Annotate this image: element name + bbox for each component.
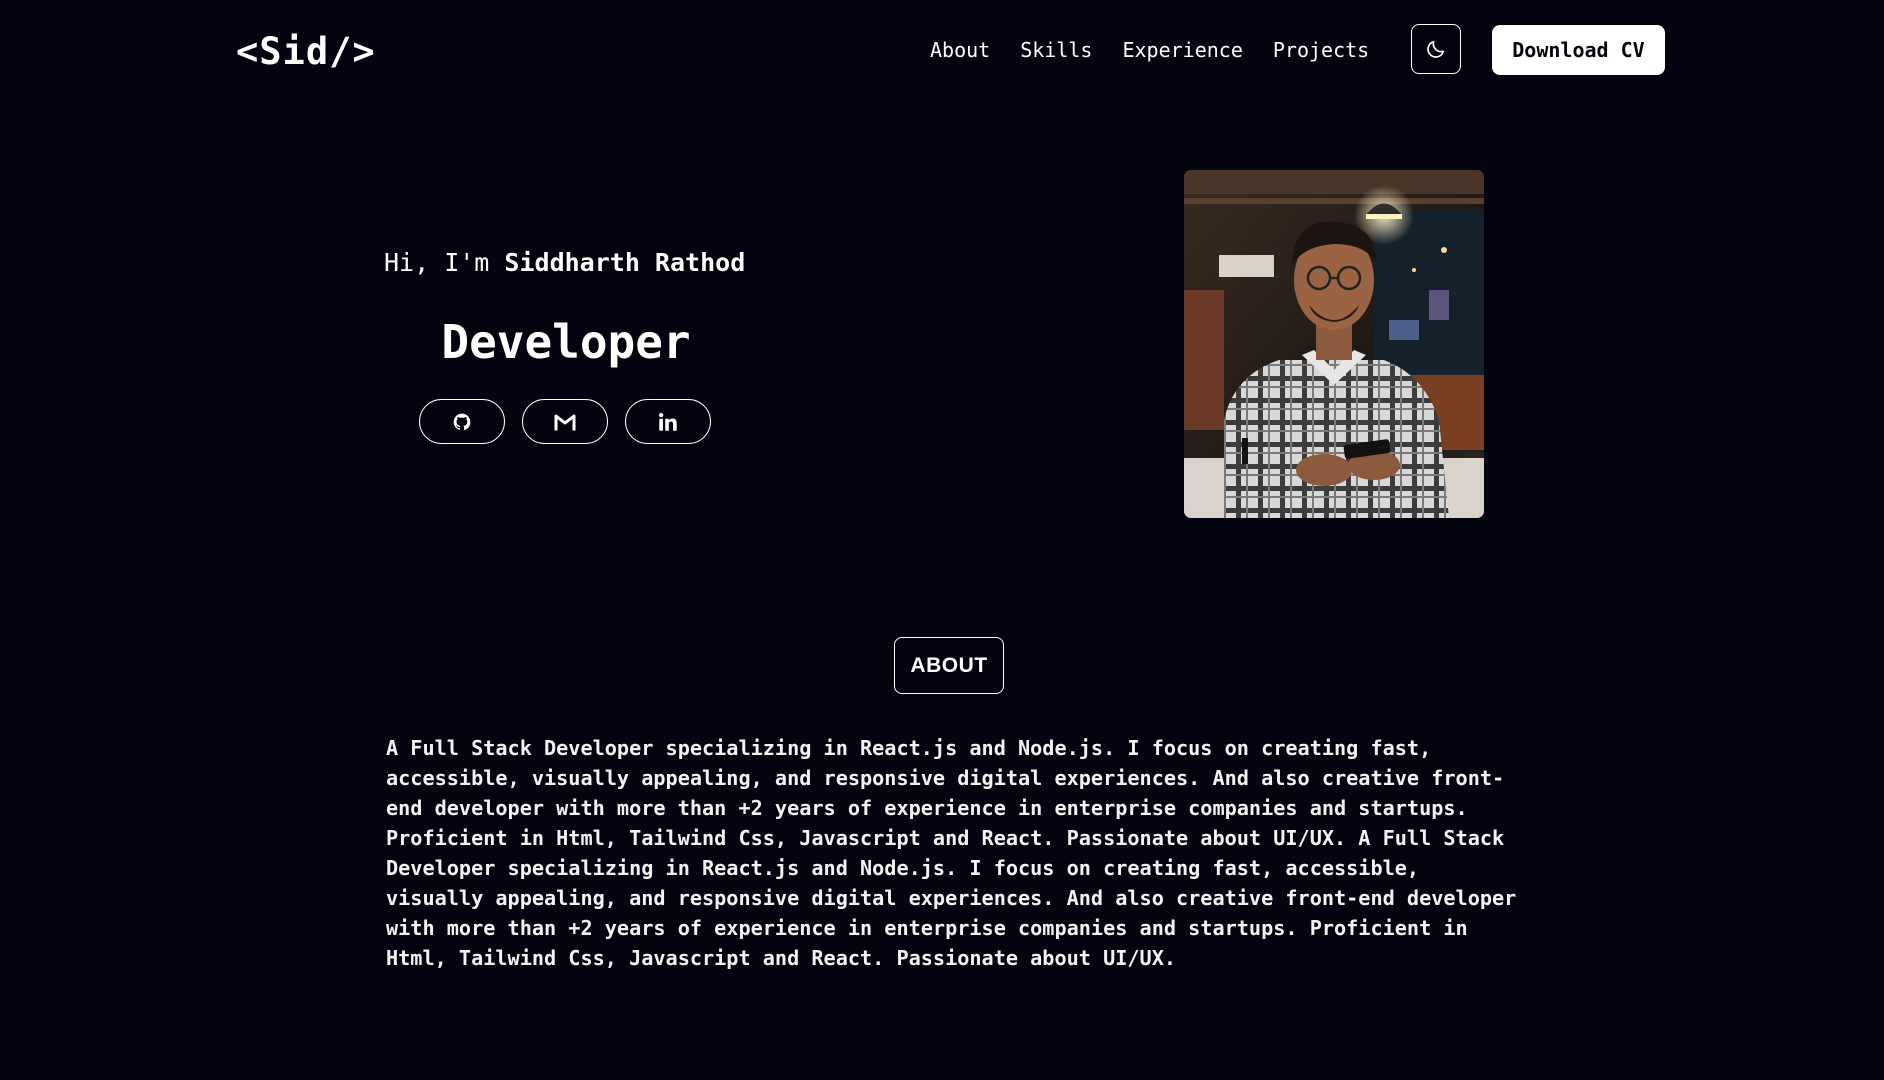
hero-greeting: Hi, I'm Siddharth Rathod xyxy=(384,246,745,280)
hero-name: Siddharth Rathod xyxy=(504,248,746,277)
nav-link-projects[interactable]: Projects xyxy=(1273,38,1369,62)
download-cv-button[interactable]: Download CV xyxy=(1492,25,1665,75)
github-icon xyxy=(453,413,471,430)
main-nav: About Skills Experience Projects xyxy=(930,24,1399,76)
greeting-prefix: Hi, I'm xyxy=(384,248,505,277)
hero-role: Developer xyxy=(441,315,691,369)
moon-icon xyxy=(1427,40,1445,58)
nav-link-experience[interactable]: Experience xyxy=(1122,38,1242,62)
nav-link-skills[interactable]: Skills xyxy=(1020,38,1092,62)
about-heading: ABOUT xyxy=(894,637,1004,694)
site-logo[interactable]: <Sid/> xyxy=(236,26,376,78)
linkedin-link[interactable] xyxy=(625,399,711,444)
github-link[interactable] xyxy=(419,399,505,444)
gmail-link[interactable] xyxy=(522,399,608,444)
profile-photo xyxy=(1184,170,1484,518)
nav-link-about[interactable]: About xyxy=(930,38,990,62)
social-links xyxy=(419,399,711,444)
page: <Sid/> About Skills Experience Projects … xyxy=(0,0,1884,1080)
about-text: A Full Stack Developer specializing in R… xyxy=(386,736,1517,970)
gmail-icon xyxy=(554,414,576,430)
linkedin-icon xyxy=(658,412,677,431)
theme-toggle-button[interactable] xyxy=(1411,24,1461,74)
